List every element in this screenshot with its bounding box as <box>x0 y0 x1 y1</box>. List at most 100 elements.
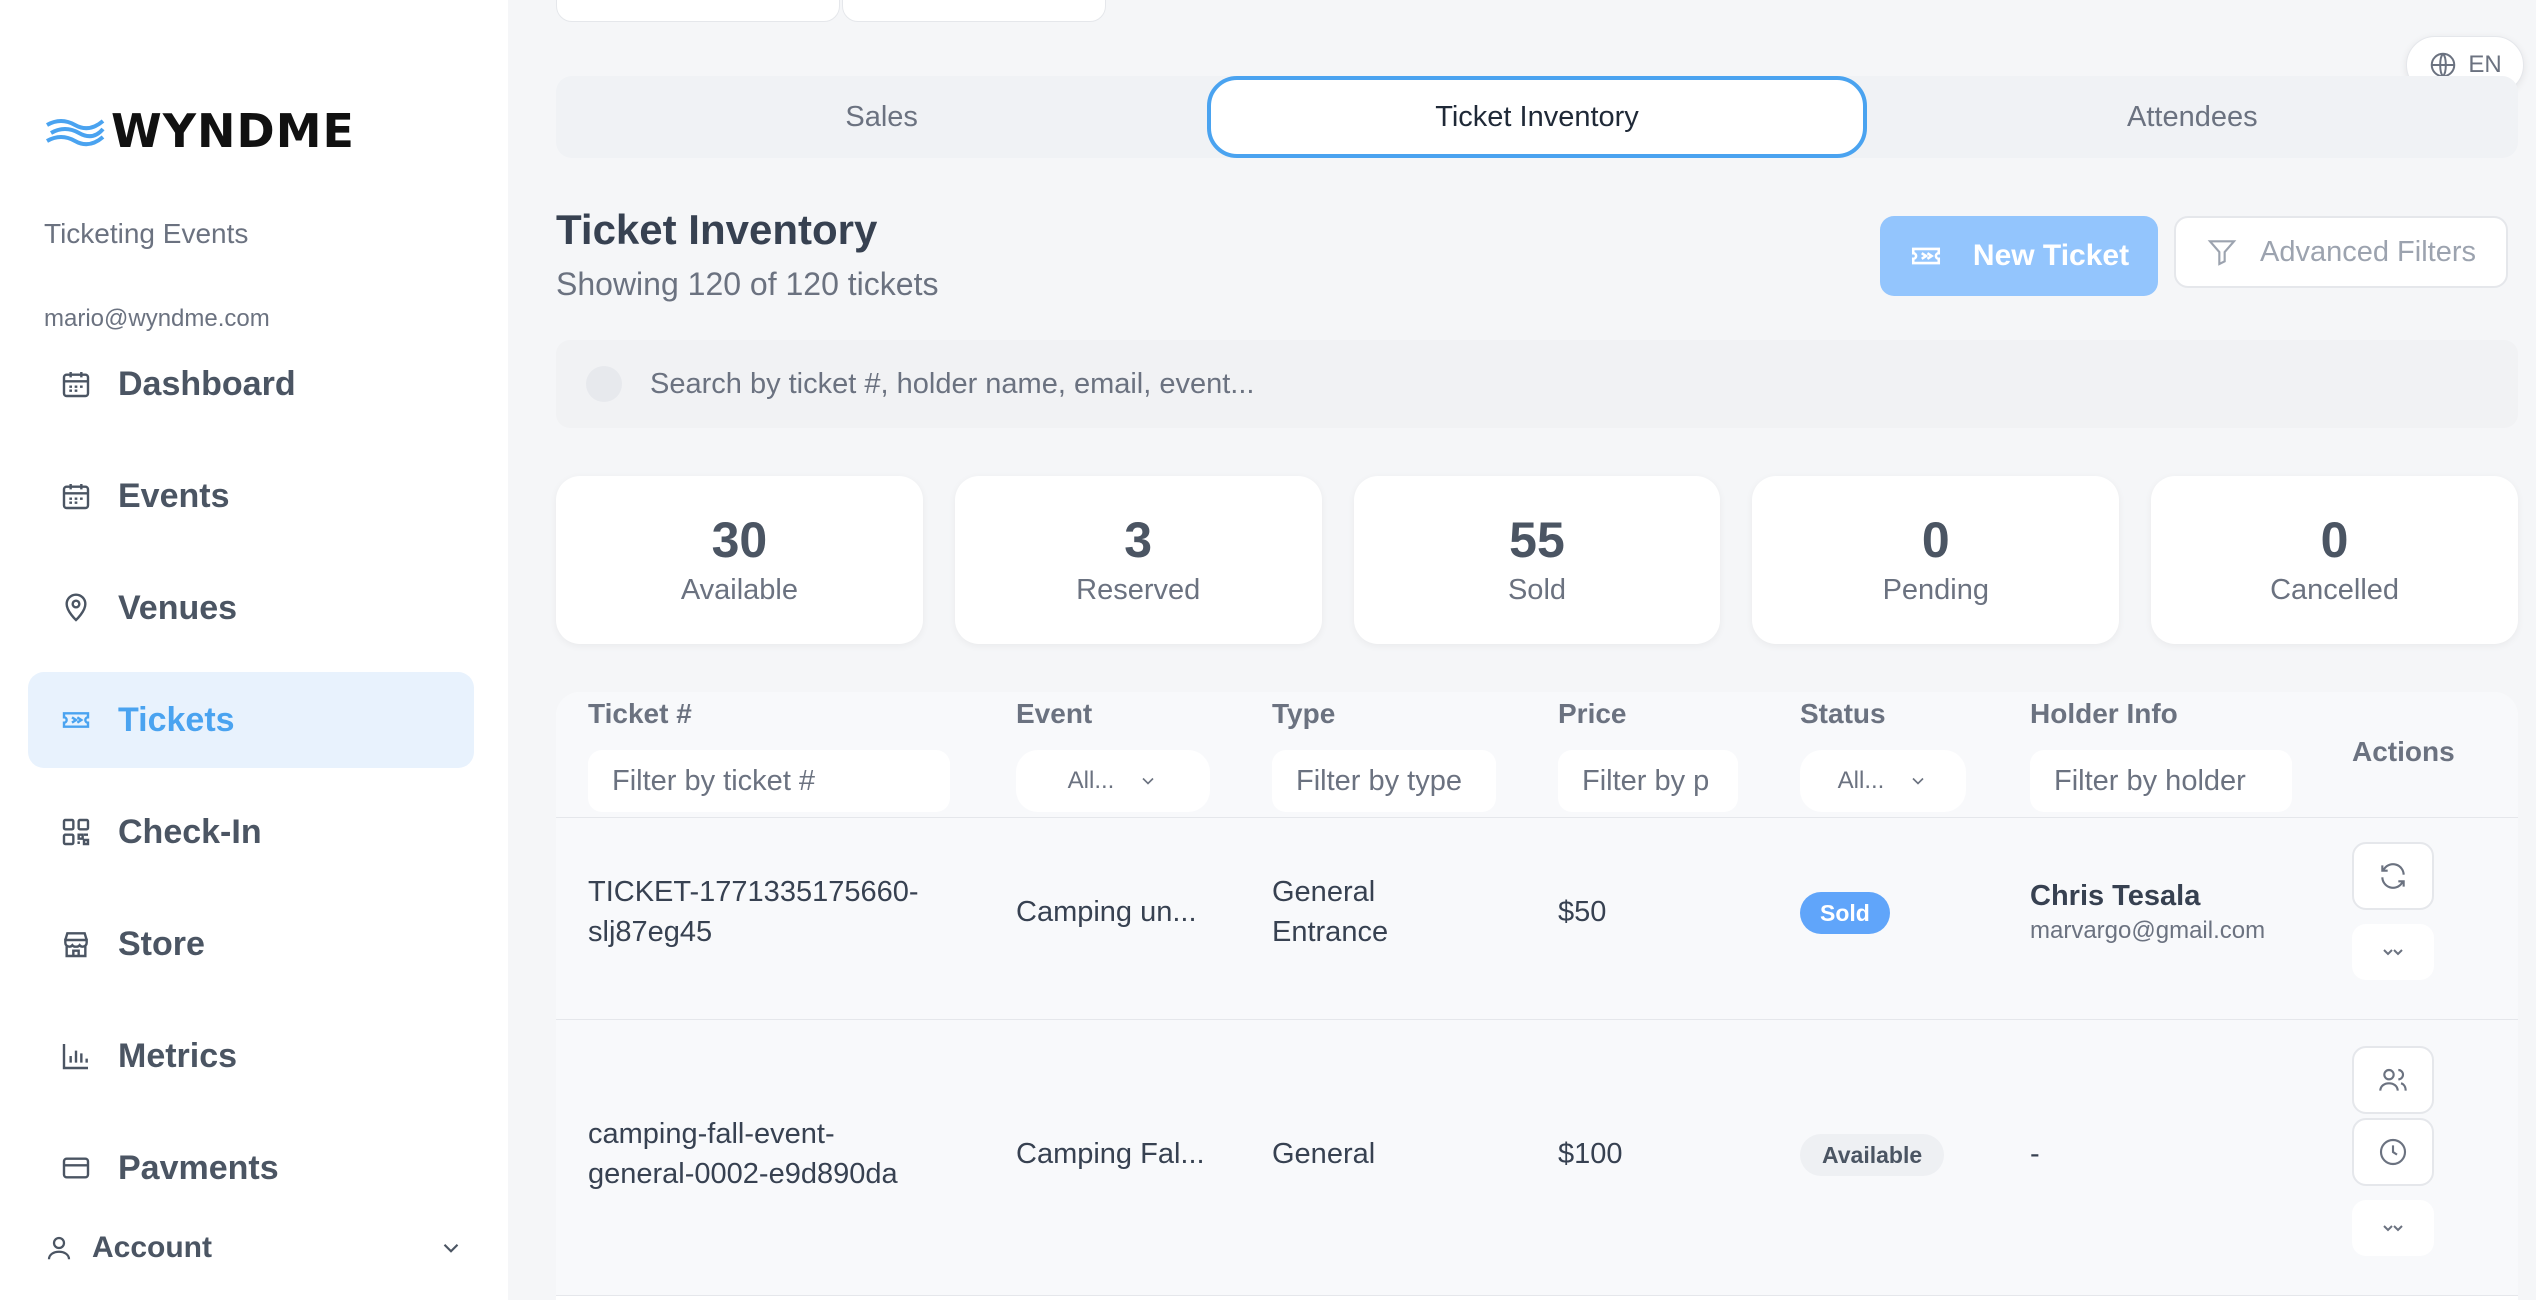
status-summary: 30 Available 3 Reserved 55 Sold 0 Pendin… <box>556 476 2518 644</box>
column-header-event[interactable]: Event <box>1016 698 1092 730</box>
credit-card-icon <box>60 1152 92 1184</box>
sidebar-item-check-in[interactable]: Check-In <box>28 784 474 880</box>
ticket-number-line: camping-fall-event- <box>588 1118 835 1150</box>
column-header-type[interactable]: Type <box>1272 698 1335 730</box>
stat-card-sold[interactable]: 55 Sold <box>1353 476 1721 644</box>
stat-value: 0 <box>2320 512 2349 568</box>
stat-card-reserved[interactable]: 3 Reserved <box>954 476 1322 644</box>
double-chevron-down-icon <box>2383 949 2403 956</box>
account-label: Account <box>92 1231 212 1264</box>
refresh-icon <box>2381 863 2405 889</box>
sidebar-item-venues[interactable]: Venues <box>28 560 474 656</box>
sidebar: WYNDME Ticketing Events mario@wyndme.com… <box>0 0 508 1300</box>
brand-logo[interactable]: WYNDME <box>45 104 355 158</box>
ticket-number[interactable]: camping-fall-event- general-0002-e9d890d… <box>588 1114 898 1194</box>
stat-label: Cancelled <box>2270 574 2400 606</box>
search-bar <box>556 340 2518 428</box>
table-row[interactable]: TICKET-1771335175660- slj87eg45 Camping … <box>556 818 2518 1020</box>
sidebar-item-label: Events <box>118 476 230 515</box>
calendar-icon <box>60 480 92 512</box>
search-icon <box>586 366 622 402</box>
search-input[interactable] <box>650 367 2250 401</box>
new-ticket-label: New Ticket <box>1972 239 2130 272</box>
stat-label: Sold <box>1507 574 1567 606</box>
ticket-filter-input[interactable] <box>588 750 950 812</box>
table-row[interactable]: camping-fall-event- general-0002-e9d890d… <box>556 1020 2518 1296</box>
top-control-stub[interactable] <box>556 0 840 22</box>
tab-sales[interactable]: Sales <box>556 76 1207 158</box>
holder-filter-input[interactable] <box>2030 750 2292 812</box>
column-header-holder[interactable]: Holder Info <box>2030 698 2178 730</box>
stat-value: 0 <box>1921 512 1950 568</box>
stat-label: Available <box>680 574 798 606</box>
type-filter-input[interactable] <box>1272 750 1496 812</box>
reserve-button[interactable] <box>2352 1118 2434 1186</box>
stat-label: Reserved <box>1076 574 1201 606</box>
account-menu[interactable]: Account <box>44 1226 464 1270</box>
stat-card-available[interactable]: 30 Available <box>556 476 923 644</box>
brand-name: WYNDME <box>111 104 355 158</box>
chevron-down-icon <box>1142 777 1154 785</box>
ticket-number[interactable]: TICKET-1771335175660- slj87eg45 <box>588 872 919 952</box>
stat-value: 55 <box>1509 512 1565 568</box>
tickets-table: Ticket # Event All... Type Price Status … <box>556 692 2518 1300</box>
holder-info: Chris Tesala marvargo@gmail.com <box>2030 876 2265 946</box>
column-header-status[interactable]: Status <box>1800 698 1886 730</box>
qr-code-icon <box>60 816 92 848</box>
table-header: Ticket # Event All... Type Price Status … <box>556 692 2518 818</box>
sidebar-item-store[interactable]: Store <box>28 896 474 992</box>
sidebar-item-payments[interactable]: Pavments <box>28 1120 474 1216</box>
status-filter-value: All... <box>1837 767 1885 794</box>
ticket-icon <box>1911 247 1940 265</box>
status-badge: Sold <box>1800 892 1890 934</box>
holder-name: Chris Tesala <box>2030 880 2201 912</box>
sidebar-item-label: Pavments <box>118 1148 279 1187</box>
more-actions-toggle[interactable] <box>2352 1200 2434 1256</box>
assign-attendee-button[interactable] <box>2352 1046 2434 1114</box>
reassign-button[interactable] <box>2352 842 2434 910</box>
stat-label: Pending <box>1882 574 1989 606</box>
sidebar-item-label: Venues <box>118 588 238 627</box>
sidebar-item-tickets[interactable]: Tickets <box>28 672 474 768</box>
double-chevron-down-icon <box>2383 1225 2403 1232</box>
stat-value: 30 <box>711 512 768 568</box>
ticket-type: General Entrance <box>1272 872 1388 952</box>
page-title: Ticket Inventory <box>556 206 878 253</box>
ticket-type: General <box>1272 1138 1376 1170</box>
sidebar-item-label: Dashboard <box>118 364 296 403</box>
language-label: EN <box>2468 51 2502 78</box>
ticket-price: $50 <box>1558 896 1607 928</box>
chevron-down-icon <box>443 1243 459 1253</box>
sidebar-item-label: Metrics <box>118 1036 238 1075</box>
stat-card-pending[interactable]: 0 Pending <box>1752 476 2120 644</box>
tab-ticket-inventory[interactable]: Ticket Inventory <box>1207 76 1867 158</box>
stat-card-cancelled[interactable]: 0 Cancelled <box>2151 476 2518 644</box>
advanced-filters-button[interactable]: Advanced Filters <box>2174 216 2508 288</box>
column-header-price[interactable]: Price <box>1558 698 1627 730</box>
event-filter-value: All... <box>1067 767 1115 794</box>
sidebar-item-label: Store <box>118 924 205 963</box>
stat-value: 3 <box>1124 512 1153 568</box>
column-header-ticket[interactable]: Ticket # <box>588 698 692 730</box>
sidebar-item-metrics[interactable]: Metrics <box>28 1008 474 1104</box>
ticket-type-line: General <box>1272 876 1376 908</box>
clock-icon <box>2379 1138 2407 1166</box>
ticket-number-line: TICKET-1771335175660- <box>588 876 919 908</box>
price-filter-input[interactable] <box>1558 750 1738 812</box>
ticket-number-line: general-0002-e9d890da <box>588 1158 898 1190</box>
event-filter-select[interactable]: All... <box>1016 750 1210 812</box>
ticket-number-line: slj87eg45 <box>588 916 713 948</box>
tab-attendees[interactable]: Attendees <box>1867 76 2518 158</box>
ticket-icon <box>60 704 92 736</box>
sidebar-item-dashboard[interactable]: Dashboard <box>28 336 474 432</box>
status-filter-select[interactable]: All... <box>1800 750 1966 812</box>
result-count: Showing 120 of 120 tickets <box>556 266 939 302</box>
chevron-down-icon <box>1912 777 1924 785</box>
new-ticket-button[interactable]: New Ticket <box>1880 216 2158 296</box>
sidebar-item-events[interactable]: Events <box>28 448 474 544</box>
sidebar-nav: Dashboard Events Venues Tickets Check-In <box>28 336 474 1232</box>
view-tabs: Sales Ticket Inventory Attendees <box>556 76 2518 158</box>
top-control-stub[interactable] <box>842 0 1106 22</box>
more-actions-toggle[interactable] <box>2352 924 2434 980</box>
status-badge: Available <box>1800 1134 1945 1176</box>
